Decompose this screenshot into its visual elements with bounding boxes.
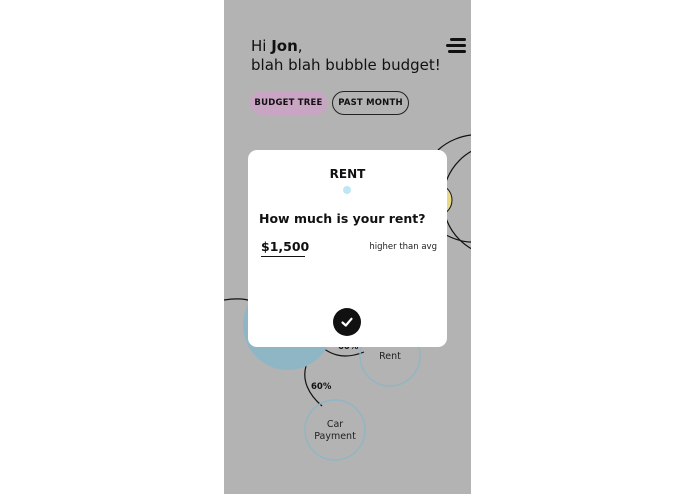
category-dot [343,186,351,194]
rent-input-modal: RENT How much is your rent? $1,500 highe… [248,150,447,347]
greeting-hi: Hi [251,37,272,55]
greeting: Hi Jon, blah blah bubble budget! [251,37,441,75]
rent-amount-input[interactable]: $1,500 [261,239,309,257]
confirm-button[interactable] [333,308,361,336]
checkmark-icon [341,317,353,327]
user-name: Jon [271,37,298,55]
comparison-note: higher than avg [369,242,437,252]
modal-question: How much is your rent? [259,211,426,226]
hamburger-menu-icon[interactable] [446,38,466,53]
car-label-line2: Payment [314,431,356,442]
car-payment-percentage: 60% [311,382,332,392]
modal-title: RENT [329,167,366,181]
menu-bar [446,44,466,47]
menu-bar [450,38,466,41]
greeting-line: Hi Jon, [251,37,441,56]
car-payment-bubble-label[interactable]: Car Payment [307,419,363,443]
menu-bar [448,50,466,53]
rent-bubble-label[interactable]: Rent [370,351,410,363]
greeting-comma: , [297,37,303,55]
tree-connector [437,134,471,151]
greeting-tagline: blah blah bubble budget! [251,56,441,74]
car-label-line1: Car [326,419,344,430]
phone-screen: Rent 60% Car Payment 60% Hi Jon, blah bl… [224,0,471,494]
tab-past-month[interactable]: PAST MONTH [332,91,409,115]
tab-budget-tree[interactable]: BUDGET TREE [250,91,327,115]
